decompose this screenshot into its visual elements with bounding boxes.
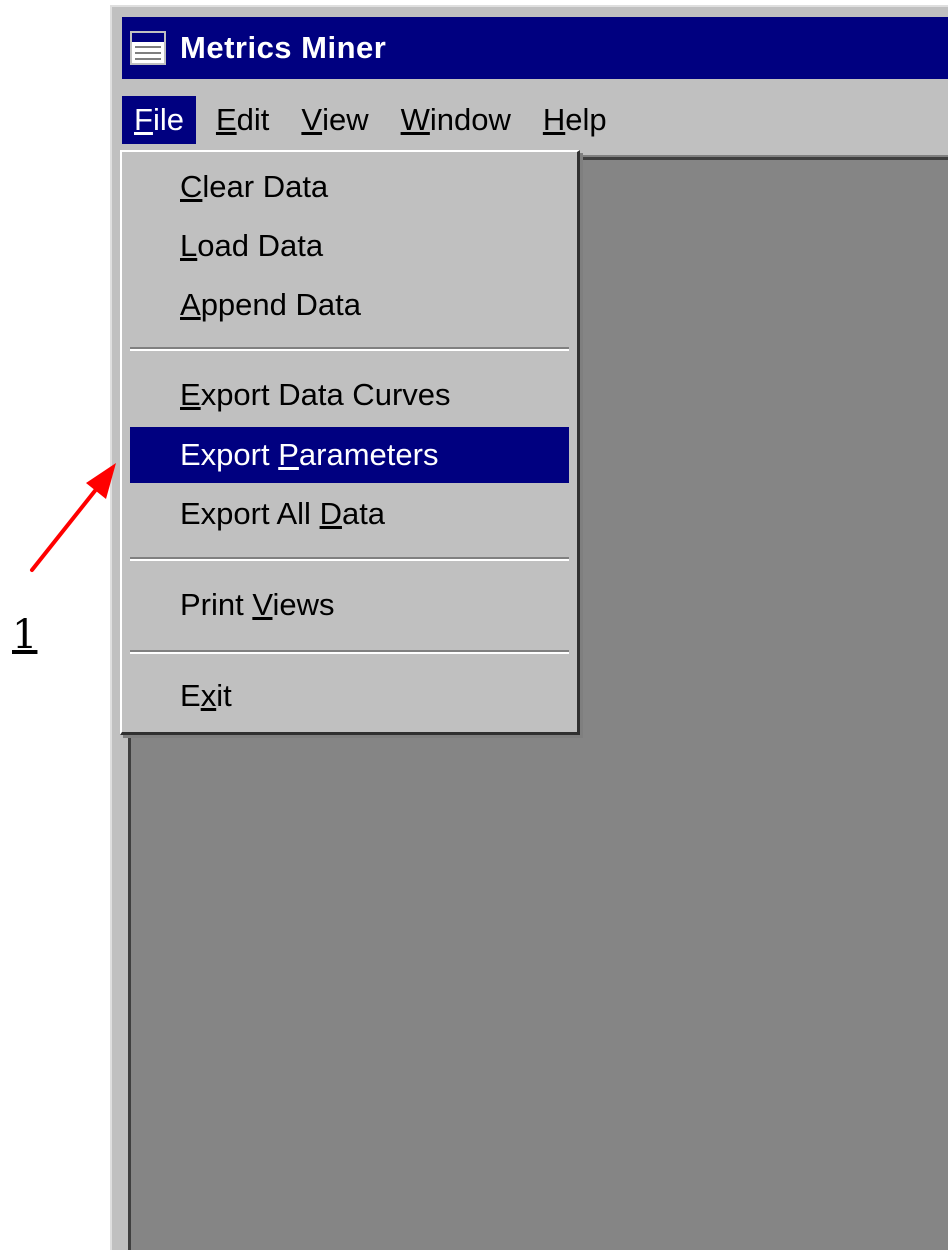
file-menu-dropdown: Clear Data Load Data Append Data Export … bbox=[120, 150, 580, 735]
menu-view[interactable]: View bbox=[289, 96, 380, 144]
menu-edit-mnemonic: E bbox=[215, 102, 237, 137]
menu-file-mnemonic: F bbox=[134, 102, 153, 137]
menu-window-mnemonic: W bbox=[400, 102, 430, 137]
menu-edit-label: dit bbox=[236, 102, 270, 137]
menu-view-mnemonic: V bbox=[301, 102, 323, 137]
menu-file-label: ile bbox=[152, 102, 184, 137]
menu-item-exit-label: Exit bbox=[180, 678, 232, 713]
menu-item-exit[interactable]: Exit bbox=[130, 668, 569, 724]
menu-item-load-data[interactable]: Load Data bbox=[130, 218, 569, 274]
menu-item-export-parameters[interactable]: Export Parameters bbox=[130, 427, 569, 483]
menu-item-clear-data[interactable]: Clear Data bbox=[130, 159, 569, 215]
menu-item-export-all-data[interactable]: Export All Data bbox=[130, 486, 569, 542]
menu-item-export-data-curves[interactable]: Export Data Curves bbox=[130, 367, 569, 423]
menu-item-clear-data-label: Clear Data bbox=[180, 169, 329, 204]
menu-file[interactable]: File bbox=[122, 96, 196, 144]
annotation-label: 1 bbox=[12, 612, 38, 658]
menu-help-label: elp bbox=[565, 102, 607, 137]
menu-item-export-parameters-label: Export Parameters bbox=[180, 437, 439, 472]
menu-edit[interactable]: Edit bbox=[204, 96, 281, 144]
menu-item-load-data-label: Load Data bbox=[180, 228, 324, 263]
menu-help[interactable]: Help bbox=[531, 96, 619, 144]
title-bar[interactable]: Metrics Miner bbox=[122, 17, 948, 79]
menu-separator bbox=[130, 650, 569, 654]
menu-item-export-all-data-label: Export All Data bbox=[180, 496, 386, 531]
menu-bar: File Edit View Window Help bbox=[122, 85, 948, 157]
app-window-icon[interactable] bbox=[130, 31, 166, 65]
menu-separator bbox=[130, 347, 569, 351]
menu-item-export-data-curves-label: Export Data Curves bbox=[180, 377, 451, 412]
menu-item-append-data[interactable]: Append Data bbox=[130, 277, 569, 333]
menu-item-append-data-label: Append Data bbox=[180, 287, 361, 322]
menu-window[interactable]: Window bbox=[389, 96, 523, 144]
annotation-arrow-icon bbox=[30, 463, 116, 572]
menu-view-label: iew bbox=[322, 102, 369, 137]
menu-help-mnemonic: H bbox=[542, 102, 566, 137]
menu-item-print-views-label: Print Views bbox=[180, 587, 335, 622]
menu-window-label: indow bbox=[429, 102, 511, 137]
window-title: Metrics Miner bbox=[180, 30, 387, 65]
menu-separator bbox=[130, 557, 569, 561]
menu-item-print-views[interactable]: Print Views bbox=[130, 577, 569, 633]
